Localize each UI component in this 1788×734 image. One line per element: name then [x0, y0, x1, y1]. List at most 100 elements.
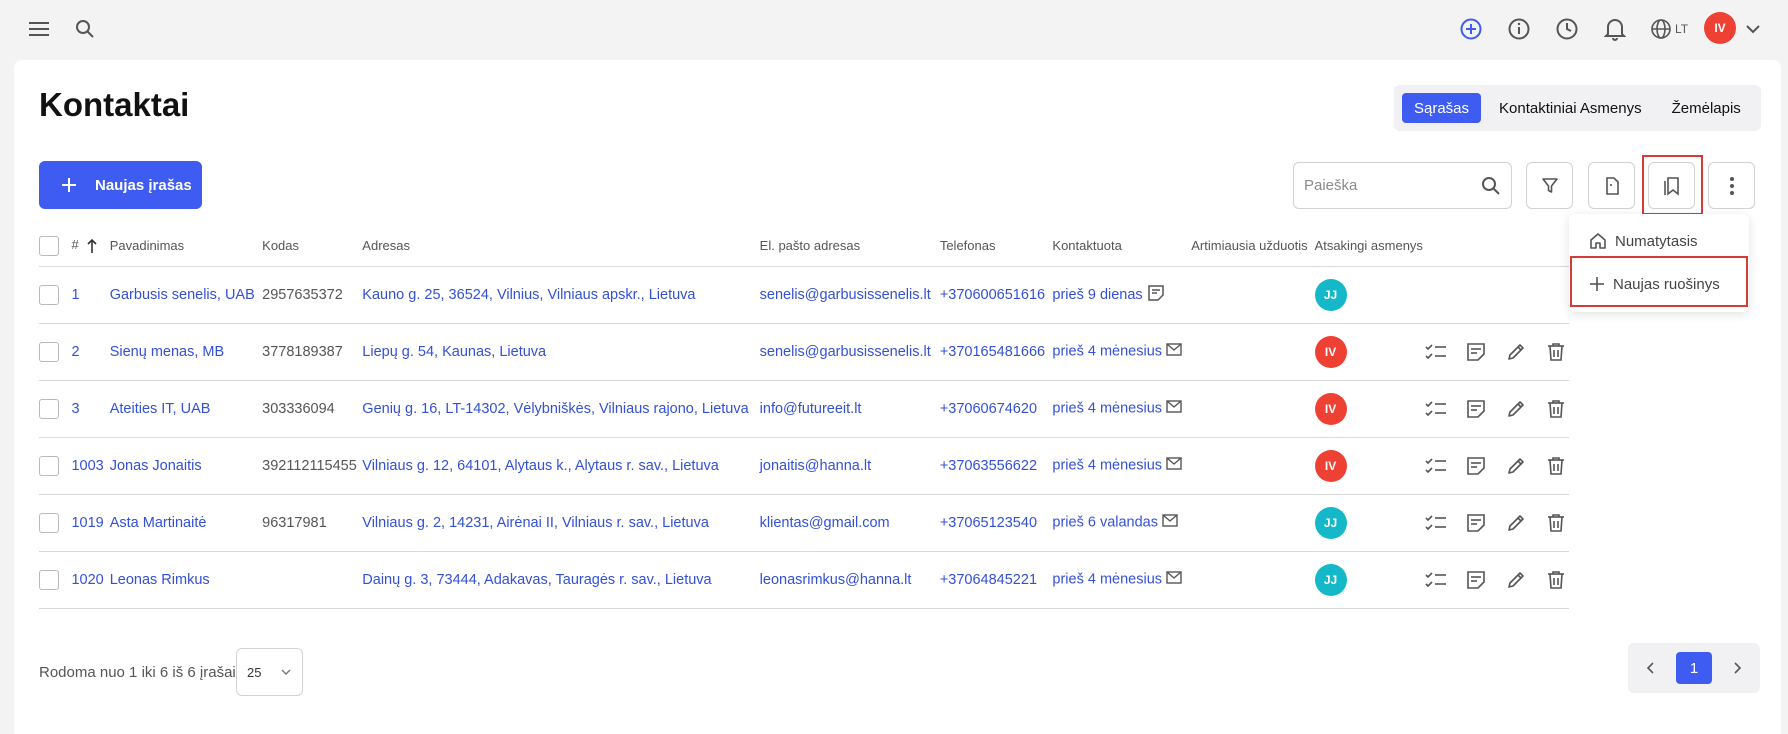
avatar[interactable]: IV — [1314, 335, 1347, 368]
dropdown-item-default[interactable]: Numatytasis — [1577, 221, 1741, 261]
row-address[interactable]: Dainų g. 3, 73444, Adakavas, Tauragės r.… — [362, 551, 760, 609]
row-contacted[interactable]: prieš 4 mėnesius — [1052, 380, 1192, 438]
row-contacted[interactable]: prieš 4 mėnesius — [1052, 437, 1192, 495]
note-icon[interactable] — [1463, 396, 1489, 422]
chevron-down-icon[interactable] — [1738, 14, 1768, 44]
trash-icon[interactable] — [1543, 567, 1569, 593]
row-checkbox[interactable] — [39, 512, 59, 533]
language-selector[interactable]: LT — [1650, 14, 1700, 44]
row-name[interactable]: Garbusis senelis, UAB — [109, 266, 263, 324]
row-id[interactable]: 1 — [71, 266, 110, 324]
info-icon[interactable] — [1504, 14, 1534, 44]
row-address[interactable]: Vilniaus g. 12, 64101, Alytaus k., Alyta… — [362, 437, 760, 495]
tasks-icon[interactable] — [1423, 339, 1449, 365]
row-contacted[interactable]: prieš 4 mėnesius — [1052, 323, 1192, 381]
column-code[interactable]: Kodas — [262, 226, 363, 267]
table-row[interactable]: 1019 Asta Martinaitė 96317981 Vilniaus g. 2… — [39, 494, 1569, 552]
row-name[interactable]: Sienų menas, MB — [109, 323, 263, 381]
row-id[interactable]: 1020 — [71, 551, 110, 609]
search-input[interactable] — [1304, 177, 1481, 194]
row-checkbox[interactable] — [39, 341, 59, 362]
row-address[interactable]: Kauno g. 25, 36524, Vilnius, Vilniaus ap… — [362, 266, 760, 324]
note-icon[interactable] — [1463, 453, 1489, 479]
column-id[interactable]: # — [71, 226, 110, 267]
column-responsible[interactable]: Atsakingi asmenys — [1314, 226, 1423, 267]
table-row[interactable]: 1020 Leonas Rimkus Dainų g. 3, 73444, Adak… — [39, 551, 1569, 609]
table-row[interactable]: 1 Garbusis senelis, UAB 2957635372 Kauno g.… — [39, 266, 1569, 324]
tasks-icon[interactable] — [1423, 396, 1449, 422]
row-email[interactable]: klientas@gmail.com — [759, 494, 940, 552]
avatar[interactable]: IV — [1314, 392, 1347, 425]
edit-icon[interactable] — [1503, 510, 1529, 536]
edit-icon[interactable] — [1503, 396, 1529, 422]
search-icon[interactable] — [70, 14, 100, 44]
menu-icon[interactable] — [24, 14, 54, 44]
edit-icon[interactable] — [1503, 567, 1529, 593]
column-address[interactable]: Adresas — [362, 226, 760, 267]
page-button-current[interactable]: 1 — [1676, 652, 1712, 684]
clock-icon[interactable] — [1552, 14, 1582, 44]
avatar[interactable]: JJ — [1314, 278, 1347, 311]
note-icon[interactable] — [1463, 510, 1489, 536]
more-options-button[interactable] — [1708, 162, 1755, 209]
tasks-icon[interactable] — [1423, 510, 1449, 536]
row-email[interactable]: jonaitis@hanna.lt — [759, 437, 940, 495]
trash-icon[interactable] — [1543, 396, 1569, 422]
tasks-icon[interactable] — [1423, 453, 1449, 479]
row-id[interactable]: 1003 — [71, 437, 110, 495]
user-avatar[interactable]: IV — [1704, 12, 1736, 44]
per-page-select[interactable]: 25 — [236, 648, 303, 696]
row-name[interactable]: Jonas Jonaitis — [109, 437, 263, 495]
tab-contact-persons[interactable]: Kontaktiniai Asmenys — [1487, 93, 1654, 123]
filter-button[interactable] — [1526, 162, 1573, 209]
table-row[interactable]: 2 Sienų menas, MB 3778189387 Liepų g. 54, K… — [39, 323, 1569, 381]
row-contacted[interactable]: prieš 6 valandas — [1052, 494, 1192, 552]
tab-map[interactable]: Žemėlapis — [1660, 93, 1753, 123]
column-nearest-task[interactable]: Artimiausia užduotis — [1191, 226, 1315, 267]
column-phone[interactable]: Telefonas — [939, 226, 1053, 267]
row-name[interactable]: Leonas Rimkus — [109, 551, 263, 609]
bell-icon[interactable] — [1600, 14, 1630, 44]
row-contacted[interactable]: prieš 4 mėnesius — [1052, 551, 1192, 609]
row-address[interactable]: Liepų g. 54, Kaunas, Lietuva — [362, 323, 760, 381]
row-email[interactable]: senelis@garbusissenelis.lt — [759, 323, 940, 381]
avatar[interactable]: JJ — [1314, 506, 1347, 539]
add-circle-icon[interactable] — [1456, 14, 1486, 44]
row-checkbox[interactable] — [39, 398, 59, 419]
tab-list[interactable]: Sąrašas — [1402, 93, 1482, 123]
row-checkbox[interactable] — [39, 284, 59, 305]
row-name[interactable]: Asta Martinaitė — [109, 494, 263, 552]
search-icon[interactable] — [1481, 176, 1501, 196]
row-checkbox[interactable] — [39, 569, 59, 590]
trash-icon[interactable] — [1543, 339, 1569, 365]
row-id[interactable]: 3 — [71, 380, 110, 438]
edit-icon[interactable] — [1503, 453, 1529, 479]
tasks-icon[interactable] — [1423, 567, 1449, 593]
note-icon[interactable] — [1463, 339, 1489, 365]
row-email[interactable]: info@futureeit.lt — [759, 380, 940, 438]
row-id[interactable]: 1019 — [71, 494, 110, 552]
next-page-icon[interactable] — [1728, 658, 1748, 678]
column-contacted[interactable]: Kontaktuota — [1052, 226, 1192, 267]
column-email[interactable]: El. pašto adresas — [759, 226, 940, 267]
row-address[interactable]: Genių g. 16, LT-14302, Vėlybniškės, Viln… — [362, 380, 760, 438]
row-address[interactable]: Vilniaus g. 2, 14231, Airėnai II, Vilnia… — [362, 494, 760, 552]
row-phone[interactable]: +37063556622 — [939, 437, 1053, 495]
note-icon[interactable] — [1463, 567, 1489, 593]
row-phone[interactable]: +370165481666 — [939, 323, 1053, 381]
export-button[interactable] — [1588, 162, 1635, 209]
row-email[interactable]: leonasrimkus@hanna.lt — [759, 551, 940, 609]
trash-icon[interactable] — [1543, 510, 1569, 536]
trash-icon[interactable] — [1543, 453, 1569, 479]
column-name[interactable]: Pavadinimas — [109, 226, 263, 267]
row-phone[interactable]: +37064845221 — [939, 551, 1053, 609]
table-row[interactable]: 1003 Jonas Jonaitis 392112115455 Vilniaus g… — [39, 437, 1569, 495]
avatar[interactable]: JJ — [1314, 563, 1347, 596]
sort-ascending-icon[interactable] — [86, 238, 98, 254]
row-phone[interactable]: +37060674620 — [939, 380, 1053, 438]
select-all-checkbox[interactable] — [39, 235, 59, 256]
row-checkbox[interactable] — [39, 455, 59, 476]
row-contacted[interactable]: prieš 9 dienas — [1052, 266, 1192, 324]
row-phone[interactable]: +370600651616 — [939, 266, 1053, 324]
avatar[interactable]: IV — [1314, 449, 1347, 482]
